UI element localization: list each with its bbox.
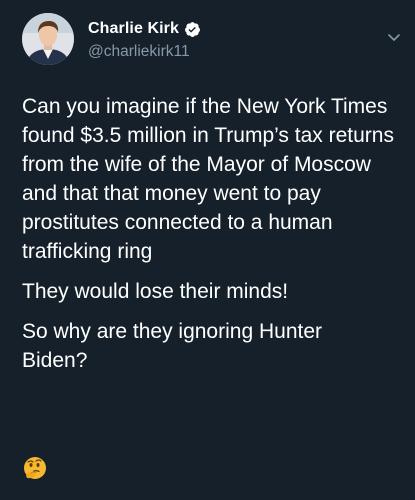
tweet-paragraph: So why are they ignoring Hunter Biden? xyxy=(22,320,322,372)
verified-badge-icon xyxy=(184,21,201,38)
tweet-card: Charlie Kirk @charliekirk11 Can you imag… xyxy=(0,0,415,500)
tweet-header: Charlie Kirk @charliekirk11 xyxy=(22,13,402,67)
tweet-paragraph: Can you imagine if the New York Times fo… xyxy=(22,95,394,263)
tweet-text: Can you imagine if the New York Times fo… xyxy=(22,92,402,375)
user-handle[interactable]: @charliekirk11 xyxy=(88,43,190,61)
thinking-face-icon xyxy=(22,456,48,482)
name-row: Charlie Kirk xyxy=(88,20,201,38)
tweet-paragraph: They would lose their minds! xyxy=(22,280,289,303)
avatar[interactable] xyxy=(22,13,74,65)
profile-photo-icon xyxy=(22,13,74,65)
chevron-down-icon[interactable] xyxy=(386,29,402,45)
display-name[interactable]: Charlie Kirk xyxy=(88,20,179,38)
